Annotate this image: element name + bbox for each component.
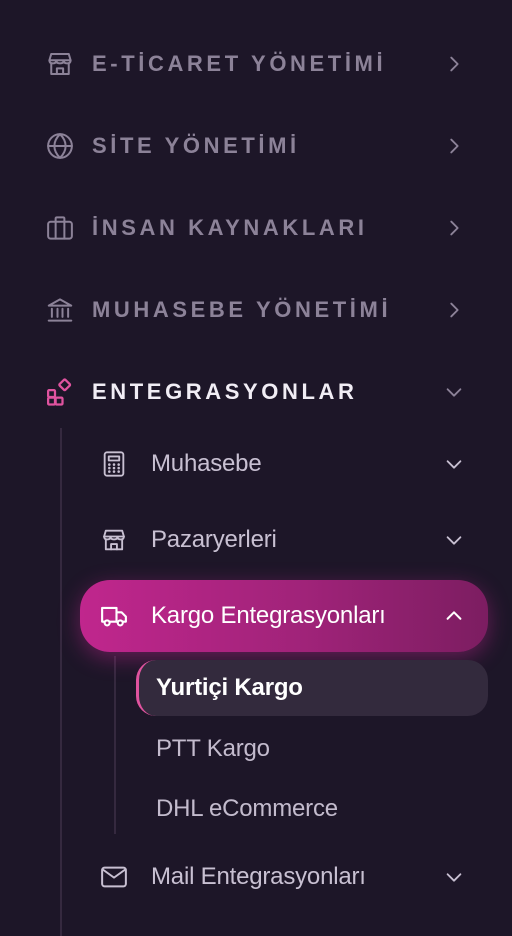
bank-icon	[44, 294, 76, 326]
nav-item-label: Kargo Entegrasyonları	[151, 602, 386, 629]
integrations-icon	[44, 376, 76, 408]
nav-subitem-yurtici-kargo[interactable]: Yurtiçi Kargo	[136, 660, 488, 716]
nav-item-label: Mail Entegrasyonları	[151, 863, 366, 890]
nav-item-accounting-integration[interactable]: Muhasebe	[80, 435, 488, 493]
nav-section-integrations[interactable]: ENTEGRASYONLAR	[0, 367, 512, 417]
nav-item-label: Muhasebe	[151, 450, 262, 477]
nav-section-label: İNSAN KAYNAKLARI	[92, 215, 368, 240]
briefcase-icon	[44, 212, 76, 244]
chevron-right-icon	[442, 134, 466, 158]
nav-section-label: SİTE YÖNETİMİ	[92, 133, 300, 158]
chevron-down-icon	[442, 452, 466, 476]
chevron-down-icon	[442, 865, 466, 889]
chevron-right-icon	[442, 298, 466, 322]
nav-item-mail-integrations[interactable]: Mail Entegrasyonları	[80, 848, 488, 906]
nav-section-accounting[interactable]: MUHASEBE YÖNETİMİ	[0, 285, 512, 335]
chevron-up-icon	[442, 604, 466, 628]
chevron-right-icon	[442, 52, 466, 76]
store-icon	[98, 524, 130, 556]
nav-item-marketplaces[interactable]: Pazaryerleri	[80, 511, 488, 569]
store-icon	[44, 48, 76, 80]
nav-item-cargo-integrations[interactable]: Kargo Entegrasyonları	[80, 580, 488, 652]
chevron-right-icon	[442, 216, 466, 240]
nav-subitem-dhl-ecommerce[interactable]: DHL eCommerce	[136, 781, 488, 837]
nav-section-hr[interactable]: İNSAN KAYNAKLARI	[0, 203, 512, 253]
nav-subitem-ptt-kargo[interactable]: PTT Kargo	[136, 721, 488, 777]
tree-line-cargo	[114, 656, 116, 834]
sidebar-nav: E-TİCARET YÖNETİMİ SİTE YÖNETİMİ İNSAN K…	[0, 0, 512, 936]
nav-item-label: Pazaryerleri	[151, 526, 277, 553]
nav-section-ecommerce[interactable]: E-TİCARET YÖNETİMİ	[0, 39, 512, 89]
nav-subitem-label: PTT Kargo	[156, 735, 270, 762]
chevron-down-icon	[442, 528, 466, 552]
nav-section-label: ENTEGRASYONLAR	[92, 379, 358, 404]
nav-subitem-label: Yurtiçi Kargo	[156, 674, 303, 701]
mail-icon	[98, 861, 130, 893]
chevron-down-icon	[442, 380, 466, 404]
tree-line-integrations	[60, 428, 62, 936]
truck-icon	[98, 600, 130, 632]
nav-subitem-label: DHL eCommerce	[156, 795, 338, 822]
nav-section-label: MUHASEBE YÖNETİMİ	[92, 297, 392, 322]
nav-section-label: E-TİCARET YÖNETİMİ	[92, 51, 387, 76]
calculator-icon	[98, 448, 130, 480]
globe-icon	[44, 130, 76, 162]
nav-section-site[interactable]: SİTE YÖNETİMİ	[0, 121, 512, 171]
